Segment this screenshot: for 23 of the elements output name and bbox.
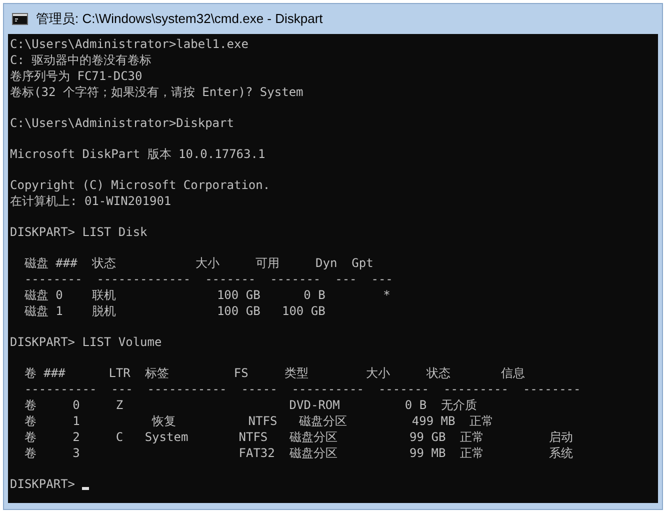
- window-title: 管理员: C:\Windows\system32\cmd.exe - Diskpart: [36, 10, 323, 28]
- console-line: 卷 1 恢复 NTFS 磁盘分区 499 MB 正常: [23, 413, 494, 429]
- console-line: 磁盘 0 联机 100 GB 0 B *: [23, 287, 390, 303]
- console-line: DISKPART>: [10, 476, 76, 492]
- console-line: C: 驱动器中的卷没有卷标: [10, 52, 152, 68]
- console-line: 磁盘 1 脱机 100 GB 100 GB: [23, 303, 326, 319]
- console-line: C:\Users\Administrator>Diskpart: [10, 115, 234, 131]
- console-line: Microsoft DiskPart 版本 10.0.17763.1: [10, 146, 266, 162]
- console-icon: [12, 13, 28, 25]
- console-line: 在计算机上: 01-WIN201901: [10, 193, 172, 209]
- console-line: ---------- --- ----------- ----- ---------- ------- --------- --------: [23, 381, 581, 397]
- console-line: -------- ------------- ------- ------- --- ---: [23, 271, 393, 287]
- console-line: 卷 2 C System NTFS 磁盘分区 99 GB 正常 启动: [23, 429, 574, 445]
- console-line: 磁盘 ### 状态 大小 可用 Dyn Gpt: [23, 255, 374, 271]
- console-line: Copyright (C) Microsoft Corporation.: [10, 177, 270, 193]
- console-line: DISKPART> LIST Disk: [10, 224, 148, 240]
- console-line: DISKPART> LIST Volume: [10, 334, 162, 350]
- console-line: 卷标(32 个字符；如果没有，请按 Enter)? System: [10, 84, 304, 100]
- console-line: 卷序列号为 FC71-DC30: [10, 68, 142, 84]
- console-line: C:\Users\Administrator>label1.exe: [10, 36, 248, 52]
- console-line: 卷 ### LTR 标签 FS 类型 大小 状态 信息: [23, 365, 525, 381]
- console-line: 卷 0 Z DVD-ROM 0 B 无介质: [23, 397, 478, 413]
- console-line: 卷 3 FAT32 磁盘分区 99 MB 正常 系统: [23, 445, 574, 461]
